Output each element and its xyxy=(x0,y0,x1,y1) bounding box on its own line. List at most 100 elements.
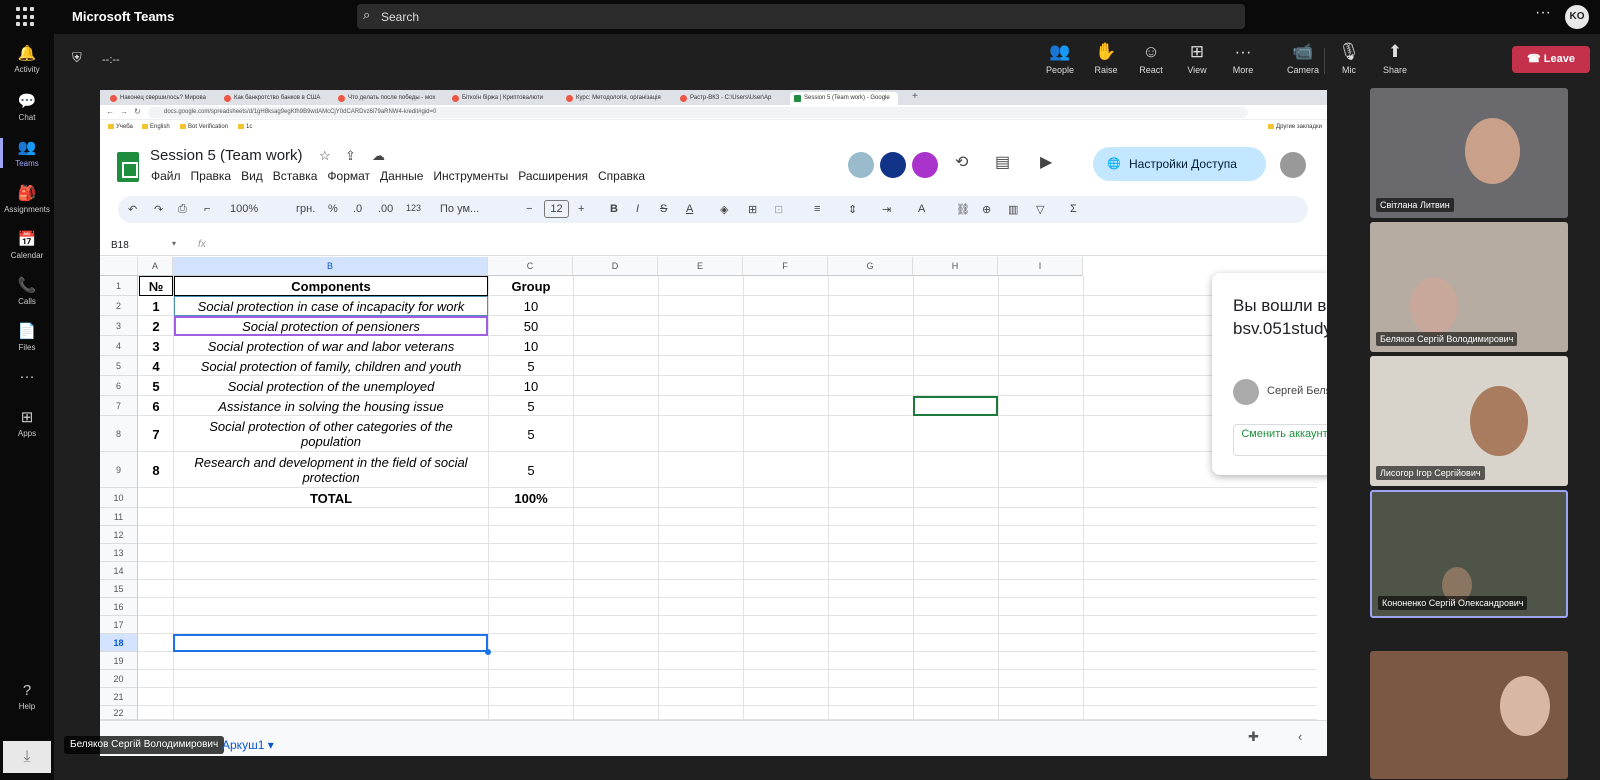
cell[interactable]: № xyxy=(139,276,173,296)
view-button[interactable]: ⊞ View xyxy=(1174,42,1220,75)
increase-decimal[interactable]: .00 xyxy=(378,203,393,215)
row-header[interactable]: 7 xyxy=(100,396,138,416)
cell[interactable]: Social protection in case of incapacity … xyxy=(174,296,488,316)
wrap-icon[interactable]: ⇥ xyxy=(882,203,891,216)
spreadsheet-grid[interactable]: A B C D E F G H I 1 2 3 4 5 6 7 8 9 10 11 12 13 14 15 16 17 18 19 20… xyxy=(100,257,1317,720)
name-box[interactable]: B18 xyxy=(111,240,129,251)
font-size-minus[interactable]: − xyxy=(526,203,532,215)
chevron-down-icon[interactable]: ▾ xyxy=(172,239,176,248)
filter-icon[interactable]: ▽ xyxy=(1036,203,1044,216)
react-button[interactable]: ☺ React xyxy=(1128,42,1174,75)
cell[interactable]: 6 xyxy=(139,396,173,416)
rotate-icon[interactable]: A xyxy=(918,203,925,215)
currency-format[interactable]: грн. xyxy=(296,203,315,215)
merge-icon[interactable]: ⊡ xyxy=(774,203,783,216)
rail-item-apps[interactable]: ⊞ Apps xyxy=(0,408,54,438)
column-header[interactable]: H xyxy=(913,257,998,276)
text-color-icon[interactable]: A xyxy=(686,203,693,215)
link-icon[interactable]: ⛓ xyxy=(956,203,970,216)
cell[interactable]: 10 xyxy=(489,336,573,356)
cell[interactable]: 4 xyxy=(139,356,173,376)
menu-item[interactable]: Данные xyxy=(380,169,423,183)
decrease-decimal[interactable]: .0 xyxy=(353,203,362,215)
zoom-select[interactable]: 100% xyxy=(230,203,258,215)
fill-handle[interactable] xyxy=(485,649,491,655)
column-header[interactable]: B xyxy=(173,257,488,276)
collapse-icon[interactable]: ‹ xyxy=(1298,729,1302,744)
row-header[interactable]: 21 xyxy=(100,688,138,706)
row-header[interactable]: 3 xyxy=(100,316,138,336)
cell[interactable]: Social protection of pensioners xyxy=(174,316,488,336)
participant-video-tile[interactable]: Лисогор Ігор Сергійович xyxy=(1370,356,1568,486)
sheet-tab[interactable]: Аркуш1 ▾ xyxy=(222,738,274,752)
menu-item[interactable]: Формат xyxy=(327,169,370,183)
participant-video-tile[interactable] xyxy=(1370,651,1568,779)
row-header[interactable]: 5 xyxy=(100,356,138,376)
share-button[interactable]: Настройки Доступа xyxy=(1093,147,1266,181)
functions-icon[interactable]: Σ xyxy=(1070,203,1077,215)
bold-icon[interactable]: B xyxy=(610,203,618,215)
number-format[interactable]: 123 xyxy=(406,203,421,213)
row-header[interactable]: 2 xyxy=(100,296,138,316)
participant-video-tile[interactable]: Беляков Сергій Володимирович xyxy=(1370,222,1568,352)
fill-color-icon[interactable]: ◈ xyxy=(720,203,728,216)
rail-item-more[interactable]: ··· xyxy=(0,368,54,388)
google-sheets-logo[interactable] xyxy=(117,152,139,182)
explore-icon[interactable]: ✚ xyxy=(1248,729,1259,745)
rail-item-chat[interactable]: 💬 Chat xyxy=(0,92,54,122)
row-header[interactable]: 17 xyxy=(100,616,138,634)
cell[interactable]: Social protection of other categories of… xyxy=(174,416,488,452)
rail-item-help[interactable]: ? Help xyxy=(0,682,54,711)
italic-icon[interactable]: I xyxy=(636,203,639,215)
rail-item-files[interactable]: 📄 Files xyxy=(0,322,54,352)
collaborator-avatar[interactable] xyxy=(880,152,906,178)
row-header[interactable]: 1 xyxy=(100,276,138,296)
row-header[interactable]: 22 xyxy=(100,706,138,720)
back-icon[interactable]: ← xyxy=(106,107,114,116)
people-button[interactable]: 👥 People xyxy=(1037,42,1083,75)
row-header[interactable]: 10 xyxy=(100,488,138,508)
cell[interactable]: 5 xyxy=(489,396,573,416)
browser-tab[interactable]: Біткоїн біржа | Криптовалюти xyxy=(448,92,556,105)
comment-icon[interactable]: ▤ xyxy=(995,152,1010,172)
browser-tab[interactable]: Растр-ВКЗ - C:\Users\User\Ap xyxy=(676,92,784,105)
row-header[interactable]: 15 xyxy=(100,580,138,598)
menu-item[interactable]: Справка xyxy=(598,169,645,183)
participant-video-tile[interactable]: Світлана Литвин xyxy=(1370,88,1568,218)
cell[interactable]: 8 xyxy=(139,452,173,488)
rail-item-activity[interactable]: 🔔 Activity xyxy=(0,44,54,74)
meet-icon[interactable]: ▶ xyxy=(1040,152,1052,172)
rail-item-calendar[interactable]: 📅 Calendar xyxy=(0,230,54,260)
browser-tab[interactable]: Наконец свершилось? Мирова xyxy=(106,92,214,105)
row-header[interactable]: 19 xyxy=(100,652,138,670)
cell[interactable]: 100% xyxy=(489,488,573,508)
share-button[interactable]: ⬆ Share xyxy=(1372,42,1418,75)
collaborator-avatar[interactable] xyxy=(912,152,938,178)
cell[interactable]: Social protection of family, children an… xyxy=(174,356,488,376)
bookmark[interactable]: English xyxy=(142,124,170,130)
row-header[interactable]: 20 xyxy=(100,670,138,688)
align-icon[interactable]: ≡ xyxy=(814,203,820,215)
active-cell-b18[interactable] xyxy=(173,634,488,652)
menu-item[interactable]: Правка xyxy=(191,169,232,183)
font-size-input[interactable]: 12 xyxy=(544,200,569,218)
borders-icon[interactable]: ⊞ xyxy=(748,203,757,216)
participant-video-tile[interactable]: Кононенко Сергій Олександрович xyxy=(1370,490,1568,618)
rail-item-assignments[interactable]: 🎒 Assignments xyxy=(0,184,54,214)
paint-format-icon[interactable]: ⌐ xyxy=(204,203,210,215)
leave-button[interactable]: ☎ Leave xyxy=(1512,46,1590,73)
cell[interactable]: Social protection of the unemployed xyxy=(174,376,488,396)
browser-tab[interactable]: Курс: Методологія, організація xyxy=(562,92,670,105)
column-header[interactable]: A xyxy=(138,257,173,276)
cell[interactable]: 50 xyxy=(489,316,573,336)
bookmark[interactable]: Bot Verification xyxy=(180,124,228,130)
select-all-corner[interactable] xyxy=(100,257,138,276)
cell[interactable]: Group xyxy=(489,276,573,296)
cell[interactable]: TOTAL xyxy=(174,488,488,508)
cell[interactable]: Assistance in solving the housing issue xyxy=(174,396,488,416)
document-title[interactable]: Session 5 (Team work) xyxy=(150,147,303,164)
font-size-plus[interactable]: + xyxy=(578,203,584,215)
move-icon[interactable]: ⇪ xyxy=(345,148,356,164)
insert-comment-icon[interactable]: ⊕ xyxy=(982,203,991,216)
reload-icon[interactable]: ↻ xyxy=(134,107,141,116)
